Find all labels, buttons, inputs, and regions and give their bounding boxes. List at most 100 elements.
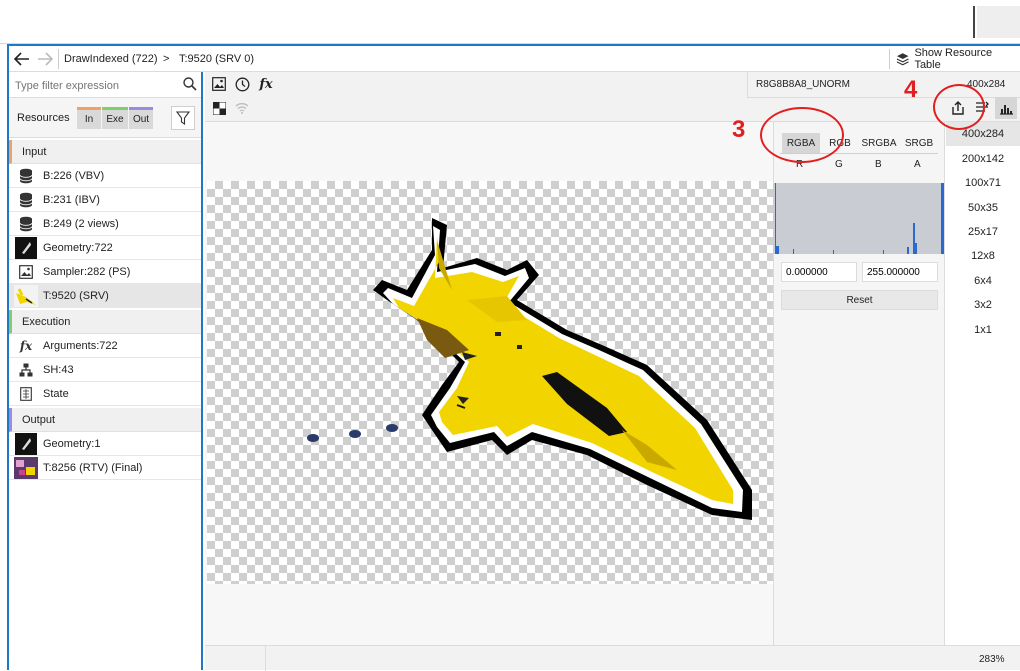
histogram-icon	[999, 104, 1013, 115]
wireframe-button[interactable]	[232, 98, 252, 118]
range-max-input[interactable]	[862, 262, 938, 282]
section-execution[interactable]: Execution	[9, 310, 201, 334]
section-input[interactable]: Input	[9, 140, 201, 164]
status-bar: 283%	[205, 645, 1020, 671]
mip-level[interactable]: 200x142	[946, 153, 1020, 165]
resource-label: Geometry:722	[43, 241, 113, 254]
sidebar: Resources In Exe Out Input B:226 (VBV) B…	[9, 72, 203, 670]
resource-row[interactable]: Geometry:722	[9, 236, 201, 260]
mip-level[interactable]: 25x17	[946, 226, 1020, 238]
resource-label: B:231 (IBV)	[43, 193, 100, 206]
resource-row[interactable]: Sampler:282 (PS)	[9, 260, 201, 284]
history-button[interactable]	[232, 74, 252, 94]
top-strip-panel	[977, 6, 1020, 38]
database-icon	[13, 164, 39, 188]
component-g[interactable]: G	[835, 159, 843, 170]
toggle-exe[interactable]: Exe	[102, 107, 128, 129]
resource-label: B:249 (2 views)	[43, 217, 119, 230]
annotation-marker-3: 3	[732, 116, 746, 143]
signal-icon	[235, 103, 249, 114]
resource-row[interactable]: Geometry:1	[9, 432, 201, 456]
mip-level[interactable]: 1x1	[946, 324, 1020, 336]
toggle-exe-label: Exe	[106, 114, 124, 125]
resource-label: Geometry:1	[43, 437, 101, 450]
resource-row[interactable]: fx Arguments:722	[9, 334, 201, 358]
resources-toolbar: Resources In Exe Out	[9, 98, 201, 138]
database-icon	[13, 212, 39, 236]
layers-icon	[896, 53, 909, 66]
function-icon: fx	[19, 338, 33, 353]
arrow-right-icon	[38, 52, 53, 66]
resource-row[interactable]: B:226 (VBV)	[9, 164, 201, 188]
reset-button[interactable]: Reset	[781, 290, 938, 310]
breadcrumb-texture[interactable]: T:9520 (SRV 0)	[179, 53, 254, 65]
viewer-toolbar: fx R8G8B8A8_UNORM 400x284	[205, 72, 1020, 122]
breadcrumb-draw[interactable]: DrawIndexed (722)	[64, 53, 158, 65]
resource-row[interactable]: SH:43	[9, 358, 201, 382]
section-input-label: Input	[22, 145, 47, 158]
component-b[interactable]: B	[875, 159, 882, 170]
jet-image	[307, 218, 752, 520]
toggle-in-label: In	[84, 114, 94, 125]
mip-level[interactable]: 50x35	[946, 202, 1020, 214]
annotation-marker-4: 4	[904, 76, 918, 103]
section-output[interactable]: Output	[9, 408, 201, 432]
resources-label: Resources	[17, 112, 70, 124]
resource-row[interactable]: B:231 (IBV)	[9, 188, 201, 212]
function-icon: fx	[259, 76, 273, 92]
mip-level[interactable]: 6x4	[946, 275, 1020, 287]
state-icon	[13, 382, 39, 406]
mip-list: 400x284 200x142 100x71 50x35 25x17 12x8 …	[946, 122, 1020, 645]
database-icon	[13, 188, 39, 212]
forward-button[interactable]	[34, 48, 56, 70]
resource-row[interactable]: B:249 (2 views)	[9, 212, 201, 236]
zoom-level: 283%	[979, 654, 1005, 665]
search-icon[interactable]	[183, 77, 197, 91]
render-target-thumbnail-icon	[13, 456, 39, 480]
texture-image[interactable]	[207, 181, 773, 584]
toggle-out[interactable]: Out	[129, 107, 153, 129]
resource-label: T:9520 (SRV)	[43, 289, 109, 302]
function-button[interactable]: fx	[255, 74, 277, 94]
clock-icon	[235, 77, 249, 91]
mip-level[interactable]: 3x2	[946, 299, 1020, 311]
section-output-label: Output	[22, 413, 56, 426]
component-a[interactable]: A	[914, 159, 921, 170]
filter-button[interactable]	[171, 106, 195, 130]
histogram[interactable]	[773, 183, 944, 254]
show-resource-table-button[interactable]: Show Resource Table	[893, 47, 1017, 71]
resource-label: Arguments:722	[43, 339, 118, 352]
image-icon	[13, 260, 39, 284]
nav-divider	[58, 49, 59, 69]
channel-mode-srgba-label: SRGBA	[861, 137, 897, 149]
range-min-input[interactable]	[781, 262, 857, 282]
checkerboard-button[interactable]	[209, 98, 229, 118]
resource-row[interactable]: T:8256 (RTV) (Final)	[9, 456, 201, 480]
texture-thumbnail-icon	[13, 284, 39, 308]
breadcrumb-separator: >	[163, 53, 170, 65]
resource-row[interactable]: State	[9, 382, 201, 406]
top-strip	[0, 0, 1020, 44]
channel-mode-srgb-label: SRGB	[904, 137, 934, 149]
checkerboard-icon	[212, 101, 226, 115]
filter-input[interactable]	[13, 76, 177, 96]
resource-row-selected[interactable]: T:9520 (SRV)	[9, 284, 201, 308]
resource-label: T:8256 (RTV) (Final)	[43, 461, 143, 474]
toggle-out-label: Out	[132, 114, 150, 125]
mip-level[interactable]: 12x8	[946, 250, 1020, 262]
toggle-in[interactable]: In	[77, 107, 101, 129]
image-view-button[interactable]	[209, 74, 229, 94]
channel-mode-srgb[interactable]: SRGB	[900, 133, 938, 153]
resource-label: B:226 (VBV)	[43, 169, 105, 182]
annotation-circle-4	[933, 84, 985, 130]
back-button[interactable]	[11, 48, 33, 70]
texture-canvas[interactable]	[205, 122, 773, 645]
status-divider	[265, 646, 266, 671]
geometry-thumbnail-icon	[13, 236, 39, 260]
mip-level[interactable]: 100x71	[946, 177, 1020, 189]
annotation-circle-3	[760, 107, 844, 163]
arrow-left-icon	[14, 52, 29, 66]
top-strip-divider	[973, 6, 975, 38]
channel-mode-srgba[interactable]: SRGBA	[858, 133, 900, 153]
histogram-button[interactable]	[995, 97, 1017, 119]
